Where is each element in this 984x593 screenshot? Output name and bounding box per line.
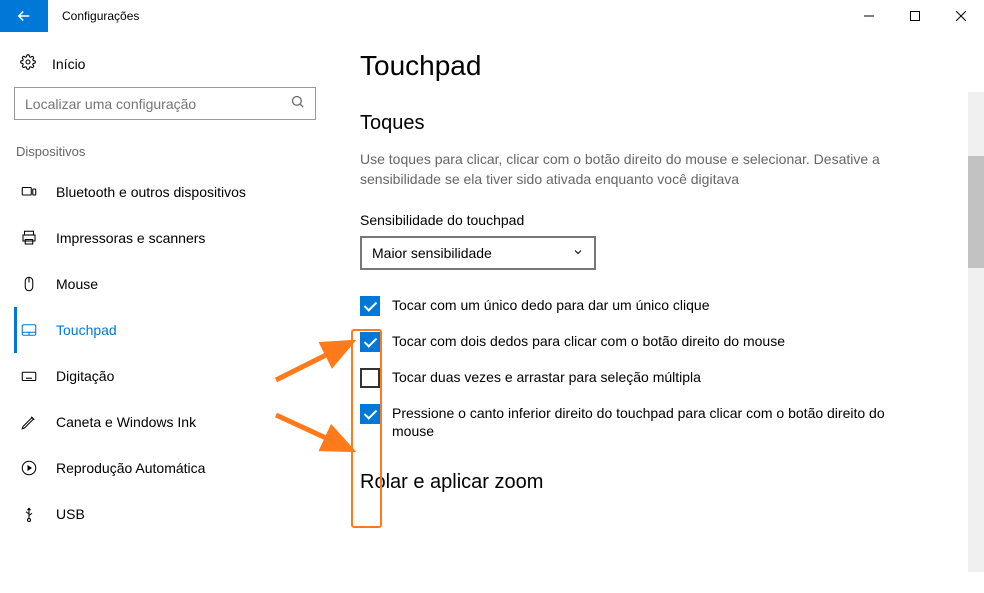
checkbox-double-tap-drag[interactable]: Tocar duas vezes e arrastar para seleção… [360, 368, 920, 388]
pen-icon [20, 413, 38, 431]
checkbox-icon [360, 368, 380, 388]
sidebar-item-label: Caneta e Windows Ink [56, 414, 196, 430]
sidebar-item-bluetooth[interactable]: Bluetooth e outros dispositivos [14, 169, 316, 215]
sidebar-item-label: Bluetooth e outros dispositivos [56, 184, 246, 200]
checkbox-single-tap[interactable]: Tocar com um único dedo para dar um únic… [360, 296, 920, 316]
checkbox-icon [360, 332, 380, 352]
sidebar-item-touchpad[interactable]: Touchpad [14, 307, 316, 353]
sidebar-item-label: Mouse [56, 276, 98, 292]
dropdown-value: Maior sensibilidade [372, 245, 492, 261]
sidebar-item-autoplay[interactable]: Reprodução Automática [14, 445, 316, 491]
mouse-icon [20, 275, 38, 293]
sidebar-item-printers[interactable]: Impressoras e scanners [14, 215, 316, 261]
title-bar: Configurações [0, 0, 984, 32]
devices-icon [20, 183, 38, 201]
chevron-down-icon [572, 245, 584, 261]
sidebar-item-label: Digitação [56, 368, 114, 384]
section-heading-taps: Toques [360, 112, 958, 135]
checkbox-group: Tocar com um único dedo para dar um únic… [360, 296, 920, 442]
usb-icon [20, 505, 38, 523]
sidebar: Início Dispositivos Bluetooth e outros d… [0, 32, 330, 593]
home-nav[interactable]: Início [14, 46, 316, 87]
sidebar-item-usb[interactable]: USB [14, 491, 316, 537]
checkbox-corner-right-click[interactable]: Pressione o canto inferior direito do to… [360, 404, 920, 442]
close-button[interactable] [938, 0, 984, 32]
window-controls [846, 0, 984, 32]
sidebar-item-pen[interactable]: Caneta e Windows Ink [14, 399, 316, 445]
window-title: Configurações [48, 0, 846, 32]
checkbox-icon [360, 404, 380, 424]
minimize-button[interactable] [846, 0, 892, 32]
section-heading-scroll: Rolar e aplicar zoom [360, 471, 958, 494]
page-title: Touchpad [360, 50, 958, 82]
search-icon [290, 94, 305, 114]
sidebar-item-label: Impressoras e scanners [56, 230, 205, 246]
sensitivity-dropdown[interactable]: Maior sensibilidade [360, 236, 596, 270]
printer-icon [20, 229, 38, 247]
checkbox-label: Tocar com um único dedo para dar um únic… [392, 296, 710, 315]
sidebar-item-mouse[interactable]: Mouse [14, 261, 316, 307]
sidebar-item-label: Reprodução Automática [56, 460, 205, 476]
home-label: Início [52, 56, 85, 72]
checkbox-label: Pressione o canto inferior direito do to… [392, 404, 920, 442]
maximize-button[interactable] [892, 0, 938, 32]
search-input-wrapper[interactable] [14, 87, 316, 120]
section-description: Use toques para clicar, clicar com o bot… [360, 149, 880, 190]
checkbox-two-finger-tap[interactable]: Tocar com dois dedos para clicar com o b… [360, 332, 920, 352]
section-label: Dispositivos [14, 144, 316, 169]
keyboard-icon [20, 367, 38, 385]
sidebar-item-label: USB [56, 506, 85, 522]
touchpad-icon [20, 321, 38, 339]
sensitivity-label: Sensibilidade do touchpad [360, 212, 958, 228]
search-input[interactable] [25, 96, 290, 112]
sidebar-item-label: Touchpad [56, 322, 117, 338]
back-button[interactable] [0, 0, 48, 32]
checkbox-label: Tocar com dois dedos para clicar com o b… [392, 332, 785, 351]
checkbox-icon [360, 296, 380, 316]
scrollbar-thumb[interactable] [968, 156, 984, 268]
gear-icon [20, 54, 36, 73]
sidebar-item-typing[interactable]: Digitação [14, 353, 316, 399]
autoplay-icon [20, 459, 38, 477]
checkbox-label: Tocar duas vezes e arrastar para seleção… [392, 368, 701, 387]
content-pane: Touchpad Toques Use toques para clicar, … [330, 32, 984, 593]
